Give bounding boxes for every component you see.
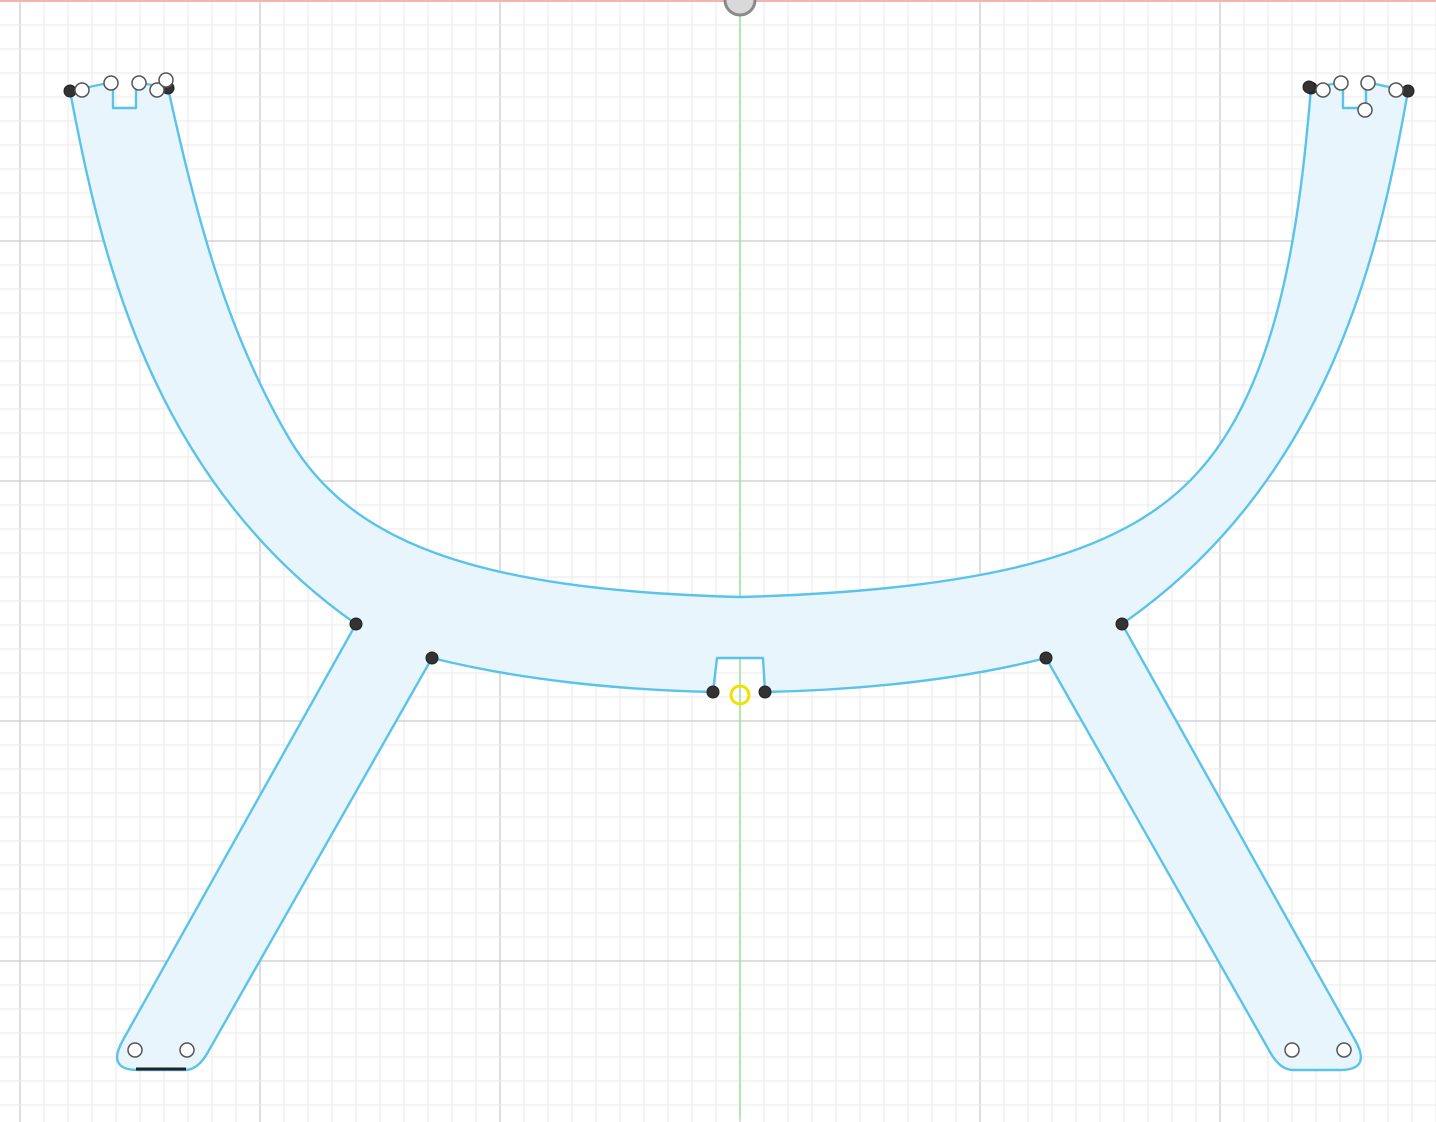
sketch-viewport[interactable] [0, 0, 1436, 1122]
stand-profile-fill[interactable] [70, 82, 1408, 1070]
fixed-sketch-point[interactable] [1039, 651, 1053, 665]
fixed-sketch-point[interactable] [758, 685, 772, 699]
free-sketch-point[interactable] [1284, 1042, 1300, 1058]
fixed-sketch-point[interactable] [1401, 84, 1415, 98]
free-sketch-point[interactable] [158, 72, 174, 88]
free-sketch-point[interactable] [1336, 1042, 1352, 1058]
free-sketch-point[interactable] [1360, 75, 1376, 91]
sketch-canvas[interactable] [0, 0, 1436, 1122]
free-sketch-point[interactable] [1388, 82, 1404, 98]
fixed-sketch-point[interactable] [1302, 80, 1316, 94]
free-sketch-point[interactable] [103, 75, 119, 91]
fixed-sketch-point[interactable] [63, 84, 77, 98]
free-sketch-point[interactable] [1333, 75, 1349, 91]
free-sketch-point[interactable] [1315, 82, 1331, 98]
free-sketch-point[interactable] [74, 82, 90, 98]
free-sketch-point[interactable] [131, 75, 147, 91]
free-sketch-point[interactable] [179, 1042, 195, 1058]
free-sketch-point[interactable] [1357, 102, 1373, 118]
view-marker-icon[interactable] [723, 0, 757, 17]
fixed-sketch-point[interactable] [349, 617, 363, 631]
fixed-sketch-point[interactable] [425, 651, 439, 665]
fixed-sketch-point[interactable] [706, 685, 720, 699]
free-sketch-point[interactable] [127, 1042, 143, 1058]
fixed-sketch-point[interactable] [1115, 617, 1129, 631]
